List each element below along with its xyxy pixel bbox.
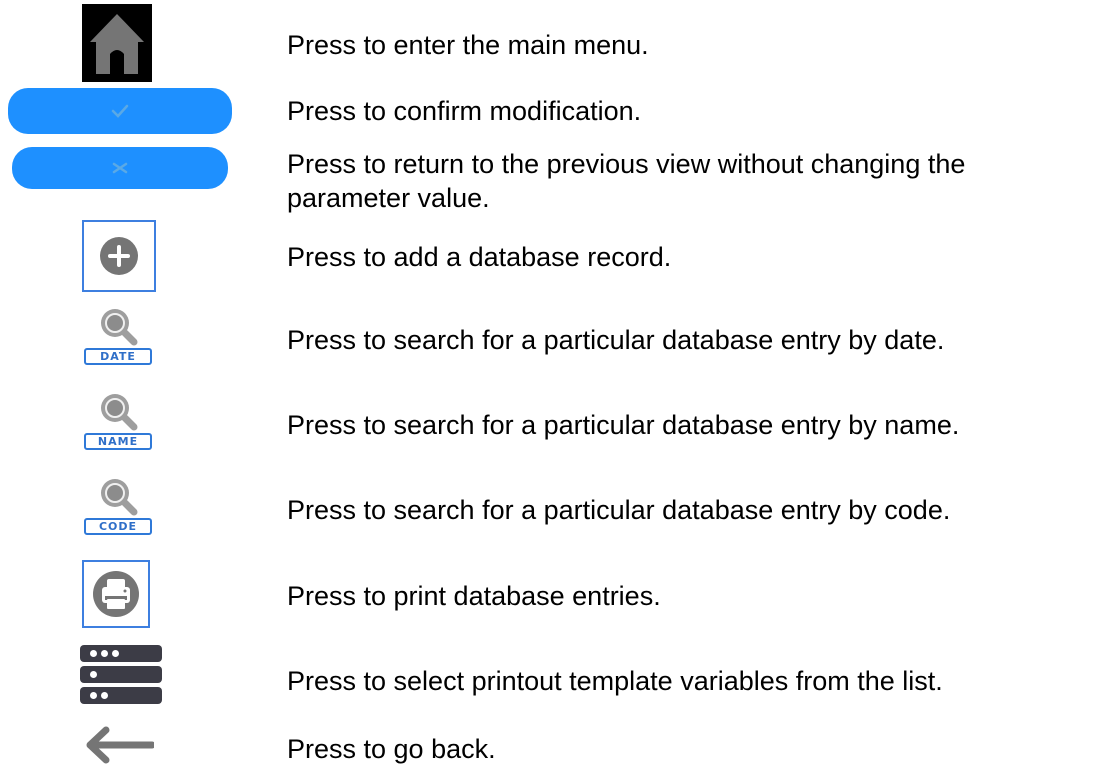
list-bar [80, 645, 162, 662]
list-bar [80, 666, 162, 683]
search-date-button[interactable]: DATE [80, 305, 156, 367]
code-tag: CODE [84, 518, 152, 535]
printer-icon [93, 571, 139, 617]
magnifier-icon [101, 394, 138, 431]
description-confirm: Press to confirm modification. [287, 96, 642, 126]
description-cancel: Press to return to the previous view wit… [287, 149, 966, 213]
checkmark-icon [111, 104, 129, 118]
description-back: Press to go back. [287, 734, 496, 764]
date-tag: DATE [84, 348, 152, 365]
description-home: Press to enter the main menu. [287, 30, 649, 60]
add-record-button[interactable] [82, 220, 156, 292]
description-add: Press to add a database record. [287, 242, 672, 272]
search-code-button[interactable]: CODE [80, 475, 156, 537]
back-button[interactable] [82, 722, 154, 768]
description-variables: Press to select printout template variab… [287, 666, 943, 696]
description-search-name: Press to search for a particular databas… [287, 410, 960, 440]
name-tag: NAME [84, 433, 152, 450]
cancel-button[interactable] [12, 147, 228, 189]
magnifier-icon [101, 309, 138, 346]
add-icon [100, 237, 138, 275]
home-button[interactable] [82, 4, 152, 82]
description-search-code: Press to search for a particular databas… [287, 495, 951, 525]
description-print: Press to print database entries. [287, 581, 661, 611]
description-search-date: Press to search for a particular databas… [287, 325, 945, 355]
close-icon [112, 162, 128, 174]
print-button[interactable] [82, 560, 150, 628]
magnifier-icon [101, 479, 138, 516]
search-name-button[interactable]: NAME [80, 390, 156, 452]
list-bar [80, 687, 162, 704]
back-arrow-icon [86, 726, 154, 764]
home-icon [90, 14, 144, 74]
variables-list-button[interactable] [80, 645, 162, 708]
confirm-button[interactable] [8, 88, 232, 134]
